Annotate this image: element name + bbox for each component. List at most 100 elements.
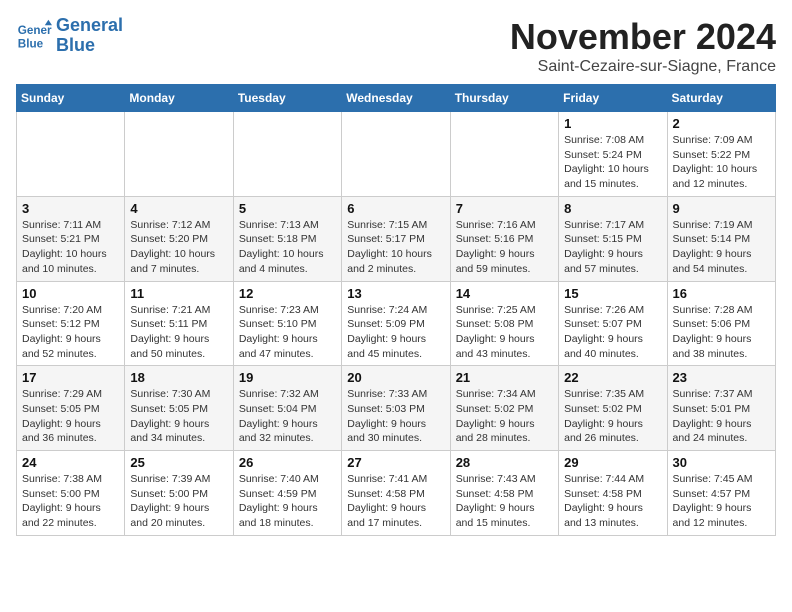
day-number: 6 [347,201,444,216]
logo-text: General Blue [56,16,123,56]
calendar-cell: 22 Sunrise: 7:35 AM Sunset: 5:02 PM Dayli… [559,366,667,451]
day-number: 3 [22,201,119,216]
day-info: Sunrise: 7:25 AM Sunset: 5:08 PM Dayligh… [456,303,553,362]
calendar-cell: 28Sunrise: 7:43 AM Sunset: 4:58 PM Dayli… [450,451,558,536]
calendar-table: SundayMondayTuesdayWednesdayThursdayFrid… [16,84,776,536]
calendar-cell: 30 Sunrise: 7:45 AM Sunset: 4:57 PM Dayli… [667,451,775,536]
day-number: 11 [130,286,227,301]
day-info: Sunrise: 7:45 AM Sunset: 4:57 PM Dayligh… [673,472,770,531]
day-number: 24 [22,455,119,470]
day-info: Sunrise: 7:13 AM Sunset: 5:18 PM Dayligh… [239,218,336,277]
calendar-cell: 15 Sunrise: 7:26 AM Sunset: 5:07 PM Dayli… [559,281,667,366]
calendar-cell: 5 Sunrise: 7:13 AM Sunset: 5:18 PM Daylig… [233,196,341,281]
calendar-cell: 29 Sunrise: 7:44 AM Sunset: 4:58 PM Dayli… [559,451,667,536]
day-info: Sunrise: 7:34 AM Sunset: 5:02 PM Dayligh… [456,387,553,446]
svg-text:Blue: Blue [18,37,44,50]
day-info: Sunrise: 7:44 AM Sunset: 4:58 PM Dayligh… [564,472,661,531]
day-info: Sunrise: 7:15 AM Sunset: 5:17 PM Dayligh… [347,218,444,277]
calendar-cell: 23 Sunrise: 7:37 AM Sunset: 5:01 PM Dayli… [667,366,775,451]
day-number: 16 [673,286,770,301]
day-number: 13 [347,286,444,301]
month-title: November 2024 [510,16,776,58]
day-number: 9 [673,201,770,216]
day-info: Sunrise: 7:11 AM Sunset: 5:21 PM Dayligh… [22,218,119,277]
calendar-cell: 20 Sunrise: 7:33 AM Sunset: 5:03 PM Dayli… [342,366,450,451]
calendar-week-row: 3 Sunrise: 7:11 AM Sunset: 5:21 PM Daylig… [17,196,776,281]
calendar-cell: 12 Sunrise: 7:23 AM Sunset: 5:10 PM Dayli… [233,281,341,366]
day-number: 29 [564,455,661,470]
day-info: Sunrise: 7:26 AM Sunset: 5:07 PM Dayligh… [564,303,661,362]
day-info: Sunrise: 7:23 AM Sunset: 5:10 PM Dayligh… [239,303,336,362]
day-info: Sunrise: 7:21 AM Sunset: 5:11 PM Dayligh… [130,303,227,362]
calendar-cell: 24 Sunrise: 7:38 AM Sunset: 5:00 PM Dayli… [17,451,125,536]
day-number: 14 [456,286,553,301]
calendar-week-row: 24 Sunrise: 7:38 AM Sunset: 5:00 PM Dayli… [17,451,776,536]
day-info: Sunrise: 7:32 AM Sunset: 5:04 PM Dayligh… [239,387,336,446]
day-info: Sunrise: 7:35 AM Sunset: 5:02 PM Dayligh… [564,387,661,446]
calendar-cell: 27 Sunrise: 7:41 AM Sunset: 4:58 PM Dayli… [342,451,450,536]
day-info: Sunrise: 7:17 AM Sunset: 5:15 PM Dayligh… [564,218,661,277]
day-of-week-header: Monday [125,85,233,112]
calendar-cell: 2Sunrise: 7:09 AM Sunset: 5:22 PM Daylig… [667,112,775,197]
svg-text:General: General [18,24,52,37]
day-number: 10 [22,286,119,301]
day-number: 15 [564,286,661,301]
day-of-week-header: Friday [559,85,667,112]
day-info: Sunrise: 7:09 AM Sunset: 5:22 PM Dayligh… [673,133,770,192]
day-info: Sunrise: 7:41 AM Sunset: 4:58 PM Dayligh… [347,472,444,531]
day-number: 30 [673,455,770,470]
calendar-cell: 17 Sunrise: 7:29 AM Sunset: 5:05 PM Dayli… [17,366,125,451]
calendar-cell: 1 Sunrise: 7:08 AM Sunset: 5:24 PM Daylig… [559,112,667,197]
day-info: Sunrise: 7:24 AM Sunset: 5:09 PM Dayligh… [347,303,444,362]
day-info: Sunrise: 7:29 AM Sunset: 5:05 PM Dayligh… [22,387,119,446]
calendar-week-row: 17 Sunrise: 7:29 AM Sunset: 5:05 PM Dayli… [17,366,776,451]
calendar-cell: 11 Sunrise: 7:21 AM Sunset: 5:11 PM Dayli… [125,281,233,366]
day-number: 27 [347,455,444,470]
calendar-cell: 9 Sunrise: 7:19 AM Sunset: 5:14 PM Daylig… [667,196,775,281]
calendar-week-row: 1 Sunrise: 7:08 AM Sunset: 5:24 PM Daylig… [17,112,776,197]
day-number: 17 [22,370,119,385]
calendar-cell: 21Sunrise: 7:34 AM Sunset: 5:02 PM Dayli… [450,366,558,451]
day-of-week-header: Thursday [450,85,558,112]
day-info: Sunrise: 7:19 AM Sunset: 5:14 PM Dayligh… [673,218,770,277]
day-number: 5 [239,201,336,216]
calendar-cell: 6 Sunrise: 7:15 AM Sunset: 5:17 PM Daylig… [342,196,450,281]
day-number: 26 [239,455,336,470]
day-info: Sunrise: 7:12 AM Sunset: 5:20 PM Dayligh… [130,218,227,277]
calendar-cell: 10Sunrise: 7:20 AM Sunset: 5:12 PM Dayli… [17,281,125,366]
calendar-cell: 16 Sunrise: 7:28 AM Sunset: 5:06 PM Dayli… [667,281,775,366]
calendar-cell: 4 Sunrise: 7:12 AM Sunset: 5:20 PM Daylig… [125,196,233,281]
calendar-cell [342,112,450,197]
title-section: November 2024 Saint-Cezaire-sur-Siagne, … [510,16,776,76]
day-number: 18 [130,370,227,385]
calendar-cell: 14 Sunrise: 7:25 AM Sunset: 5:08 PM Dayli… [450,281,558,366]
day-info: Sunrise: 7:40 AM Sunset: 4:59 PM Dayligh… [239,472,336,531]
day-number: 4 [130,201,227,216]
calendar-cell: 7Sunrise: 7:16 AM Sunset: 5:16 PM Daylig… [450,196,558,281]
day-info: Sunrise: 7:39 AM Sunset: 5:00 PM Dayligh… [130,472,227,531]
day-number: 23 [673,370,770,385]
day-info: Sunrise: 7:28 AM Sunset: 5:06 PM Dayligh… [673,303,770,362]
day-number: 1 [564,116,661,131]
day-info: Sunrise: 7:37 AM Sunset: 5:01 PM Dayligh… [673,387,770,446]
day-info: Sunrise: 7:33 AM Sunset: 5:03 PM Dayligh… [347,387,444,446]
calendar-cell [17,112,125,197]
day-of-week-header: Tuesday [233,85,341,112]
day-info: Sunrise: 7:08 AM Sunset: 5:24 PM Dayligh… [564,133,661,192]
location-title: Saint-Cezaire-sur-Siagne, France [510,58,776,76]
day-number: 12 [239,286,336,301]
day-info: Sunrise: 7:43 AM Sunset: 4:58 PM Dayligh… [456,472,553,531]
calendar-cell: 18 Sunrise: 7:30 AM Sunset: 5:05 PM Dayli… [125,366,233,451]
calendar-cell [125,112,233,197]
day-number: 20 [347,370,444,385]
day-number: 7 [456,201,553,216]
logo: General Blue General Blue [16,16,123,56]
calendar-cell [450,112,558,197]
day-info: Sunrise: 7:30 AM Sunset: 5:05 PM Dayligh… [130,387,227,446]
calendar-cell: 19Sunrise: 7:32 AM Sunset: 5:04 PM Dayli… [233,366,341,451]
calendar-cell: 3 Sunrise: 7:11 AM Sunset: 5:21 PM Daylig… [17,196,125,281]
calendar-cell: 26 Sunrise: 7:40 AM Sunset: 4:59 PM Dayli… [233,451,341,536]
day-number: 22 [564,370,661,385]
day-info: Sunrise: 7:38 AM Sunset: 5:00 PM Dayligh… [22,472,119,531]
day-of-week-header: Sunday [17,85,125,112]
